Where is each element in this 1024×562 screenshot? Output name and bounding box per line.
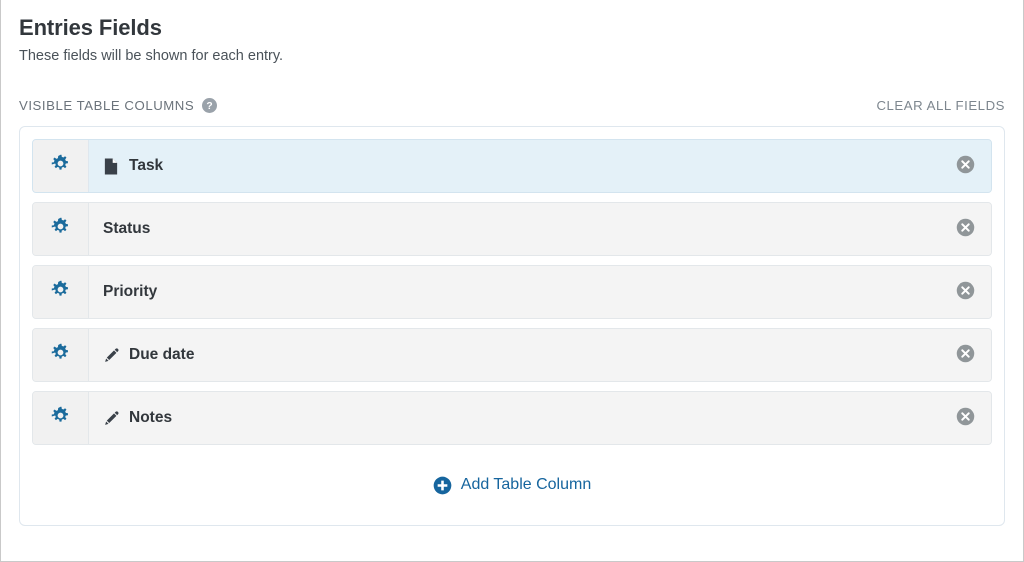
gear-icon xyxy=(51,280,70,304)
field-label: Status xyxy=(103,220,151,237)
gear-icon xyxy=(51,406,70,430)
field-row-left: Status xyxy=(103,220,150,238)
clear-all-fields-button[interactable]: CLEAR ALL FIELDS xyxy=(876,98,1005,113)
svg-text:?: ? xyxy=(207,100,213,111)
page-title: Entries Fields xyxy=(19,15,162,40)
pencil-icon xyxy=(103,346,119,364)
fields-panel: Task Status Priority Due date Notes Add … xyxy=(19,126,1005,526)
entries-fields-page: Entries Fields These fields will be show… xyxy=(0,0,1024,562)
field-row-left: Task xyxy=(103,157,163,175)
field-label: Due date xyxy=(129,346,195,363)
field-row-body[interactable]: Priority xyxy=(89,266,991,318)
plus-circle-icon xyxy=(433,476,452,495)
remove-field-button[interactable] xyxy=(955,281,975,303)
pencil-icon xyxy=(103,409,119,427)
field-row-body[interactable]: Status xyxy=(89,203,991,255)
remove-circle-icon xyxy=(956,407,975,429)
remove-circle-icon xyxy=(956,281,975,303)
remove-field-button[interactable] xyxy=(955,344,975,366)
field-row-left: Due date xyxy=(103,346,194,364)
table-row[interactable]: Due date xyxy=(32,328,992,382)
table-row[interactable]: Task xyxy=(32,139,992,193)
help-circle-icon[interactable]: ? xyxy=(202,97,218,113)
table-row[interactable]: Status xyxy=(32,202,992,256)
table-row[interactable]: Priority xyxy=(32,265,992,319)
gear-icon xyxy=(51,343,70,367)
section-bar: VISIBLE TABLE COLUMNS ? CLEAR ALL FIELDS xyxy=(19,96,1005,114)
field-settings-button[interactable] xyxy=(33,140,89,192)
page-subtitle: These fields will be shown for each entr… xyxy=(19,48,284,64)
field-row-left: Priority xyxy=(103,283,157,301)
section-label-group: VISIBLE TABLE COLUMNS ? xyxy=(19,97,218,113)
field-label: Priority xyxy=(103,283,158,300)
field-settings-button[interactable] xyxy=(33,203,89,255)
field-row-body[interactable]: Task xyxy=(89,140,991,192)
document-icon xyxy=(103,157,119,175)
add-table-column-row: Add Table Column xyxy=(32,457,992,513)
field-label: Notes xyxy=(129,409,173,426)
field-settings-button[interactable] xyxy=(33,392,89,444)
gear-icon xyxy=(51,154,70,178)
remove-circle-icon xyxy=(956,218,975,240)
gear-icon xyxy=(51,217,70,241)
remove-field-button[interactable] xyxy=(955,218,975,240)
field-settings-button[interactable] xyxy=(33,329,89,381)
remove-field-button[interactable] xyxy=(955,155,975,177)
field-settings-button[interactable] xyxy=(33,266,89,318)
add-table-column-label: Add Table Column xyxy=(460,476,592,493)
remove-circle-icon xyxy=(956,344,975,366)
visible-table-columns-label: VISIBLE TABLE COLUMNS xyxy=(19,97,195,113)
remove-field-button[interactable] xyxy=(955,407,975,429)
table-row[interactable]: Notes xyxy=(32,391,992,445)
field-row-body[interactable]: Notes xyxy=(89,392,991,444)
field-label: Task xyxy=(129,157,164,174)
add-table-column-button[interactable]: Add Table Column xyxy=(433,476,591,495)
field-row-body[interactable]: Due date xyxy=(89,329,991,381)
remove-circle-icon xyxy=(956,155,975,177)
field-row-left: Notes xyxy=(103,409,172,427)
